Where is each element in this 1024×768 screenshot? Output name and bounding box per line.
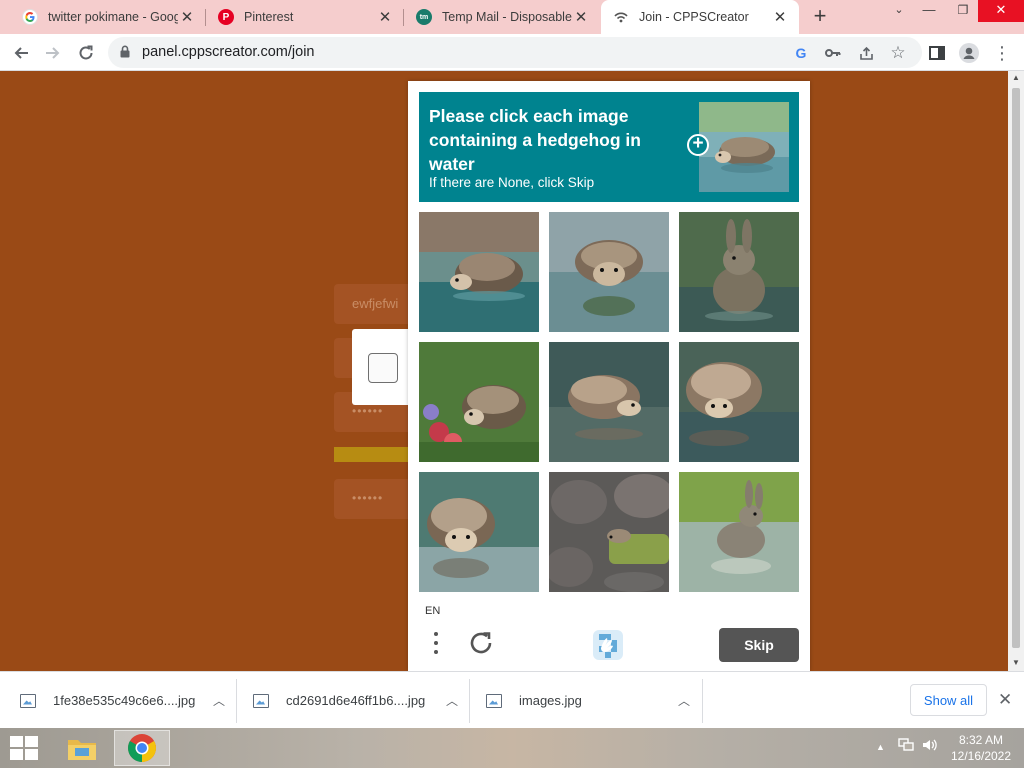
browser-toolbar: panel.cppscreator.com/join G ☆ ⋮ (0, 34, 1024, 71)
download-item[interactable]: cd2691d6e46ff1b6....jpg ︿ (253, 672, 458, 729)
captcha-tile[interactable] (549, 212, 669, 332)
minimize-icon[interactable]: — (912, 0, 946, 22)
system-clock[interactable]: 8:32 AM 12/16/2022 (946, 732, 1016, 764)
divider (236, 679, 237, 723)
volume-icon[interactable] (922, 738, 938, 755)
clock-time: 8:32 AM (958, 733, 1004, 747)
more-vert-icon[interactable]: ⋮ (990, 41, 1014, 65)
window-close-icon[interactable]: ✕ (978, 0, 1024, 22)
captcha-tile[interactable] (419, 212, 539, 332)
captcha-challenge: Please click each image containing a hed… (408, 81, 810, 671)
tab-pinterest[interactable]: P Pinterest ✕ (206, 0, 404, 34)
file-explorer-icon[interactable] (54, 730, 110, 766)
lock-icon[interactable] (120, 45, 130, 58)
close-icon[interactable]: ✕ (178, 8, 196, 26)
close-downloads-icon[interactable]: ✕ (998, 690, 1012, 710)
divider (469, 679, 470, 723)
scroll-down-arrow-icon[interactable]: ▼ (1012, 658, 1020, 667)
downloads-bar: 1fe38e535c49c6e6....jpg ︿ cd2691d6e46ff1… (0, 671, 1024, 728)
cppscreator-icon (613, 9, 629, 25)
captcha-tile[interactable] (679, 212, 799, 332)
side-panel-icon[interactable] (925, 41, 949, 65)
captcha-header: Please click each image containing a hed… (419, 92, 799, 202)
captcha-prompt: Please click each image containing a hed… (429, 106, 641, 174)
captcha-tile[interactable] (419, 342, 539, 462)
url-text: panel.cppscreator.com/join (142, 44, 315, 60)
tray-overflow-chevron-icon[interactable]: ▲ (876, 742, 885, 752)
skip-button[interactable]: Skip (719, 628, 799, 662)
image-file-icon (486, 693, 502, 708)
captcha-tile[interactable] (549, 472, 669, 592)
zoom-plus-icon[interactable]: + (687, 134, 709, 156)
chevron-up-icon[interactable]: ︿ (678, 692, 690, 709)
network-icon[interactable] (898, 738, 914, 755)
address-bar[interactable]: panel.cppscreator.com/join G ☆ (108, 37, 922, 68)
download-filename: images.jpg (519, 693, 582, 708)
captcha-tile[interactable] (679, 472, 799, 592)
page-scrollbar[interactable]: ▲ ▼ (1008, 71, 1024, 671)
close-icon[interactable]: ✕ (771, 8, 789, 26)
image-file-icon (253, 693, 269, 708)
password-strength-bar (334, 447, 414, 462)
tab-twitter-pokimane[interactable]: twitter pokimane - Google ✕ (10, 0, 206, 34)
captcha-tile[interactable] (549, 342, 669, 462)
captcha-image-grid (419, 212, 799, 592)
chrome-icon[interactable] (114, 730, 170, 766)
tempmail-icon: tm (416, 9, 432, 25)
hcaptcha-checkbox-widget (352, 329, 412, 405)
key-icon[interactable] (823, 43, 843, 63)
tab-title: Join - CPPSCreator (639, 10, 749, 24)
hcaptcha-logo-icon[interactable] (591, 628, 625, 662)
scroll-up-arrow-icon[interactable]: ▲ (1012, 73, 1020, 82)
show-all-downloads-button[interactable]: Show all (910, 684, 987, 716)
google-g-icon (22, 9, 38, 25)
captcha-tile[interactable] (679, 342, 799, 462)
image-file-icon (20, 693, 36, 708)
tab-title: Temp Mail - Disposable T (442, 10, 572, 24)
pinterest-icon: P (218, 9, 234, 25)
google-translate-icon[interactable]: G (791, 43, 811, 63)
page-content: ewfjefwi •••••• •••••• Please click each… (0, 71, 1008, 671)
scrollbar-thumb[interactable] (1012, 88, 1020, 648)
tab-title: Pinterest (244, 10, 294, 24)
download-filename: 1fe38e535c49c6e6....jpg (53, 693, 196, 708)
windows-start-icon[interactable] (10, 736, 38, 760)
new-tab-button[interactable]: + (808, 5, 832, 29)
close-icon[interactable]: ✕ (572, 8, 590, 26)
download-item[interactable]: images.jpg ︿ (486, 672, 690, 729)
clock-date: 12/16/2022 (950, 749, 1012, 763)
refresh-icon[interactable] (468, 630, 494, 656)
back-arrow-icon[interactable] (8, 40, 34, 66)
restore-icon[interactable]: ❐ (946, 0, 980, 22)
tab-join-cppscreator[interactable]: Join - CPPSCreator ✕ (601, 0, 799, 34)
share-icon[interactable] (856, 43, 876, 63)
tab-strip: twitter pokimane - Google ✕ P Pinterest … (0, 0, 1024, 34)
divider (702, 679, 703, 723)
menu-dots-icon[interactable] (430, 632, 442, 658)
profile-avatar-icon[interactable] (957, 41, 981, 65)
example-image[interactable] (699, 102, 789, 192)
captcha-subprompt: If there are None, click Skip (429, 175, 595, 190)
close-icon[interactable]: ✕ (376, 8, 394, 26)
tab-search-chevron-icon[interactable]: ⌄ (882, 0, 916, 22)
tab-title: twitter pokimane - Google (48, 10, 178, 24)
bookmark-star-icon[interactable]: ☆ (888, 43, 908, 63)
reload-icon[interactable] (73, 40, 99, 66)
forward-arrow-icon[interactable] (40, 40, 66, 66)
language-selector[interactable]: EN (425, 605, 440, 617)
captcha-footer: Skip (408, 626, 810, 671)
captcha-tile[interactable] (419, 472, 539, 592)
download-filename: cd2691d6e46ff1b6....jpg (286, 693, 426, 708)
hcaptcha-checkbox[interactable] (368, 353, 398, 383)
download-item[interactable]: 1fe38e535c49c6e6....jpg ︿ (20, 672, 225, 729)
windows-taskbar: ▲ 8:32 AM 12/16/2022 (0, 728, 1024, 768)
chevron-up-icon[interactable]: ︿ (213, 692, 225, 709)
chevron-up-icon[interactable]: ︿ (446, 692, 458, 709)
tab-temp-mail[interactable]: tm Temp Mail - Disposable T ✕ (404, 0, 600, 34)
